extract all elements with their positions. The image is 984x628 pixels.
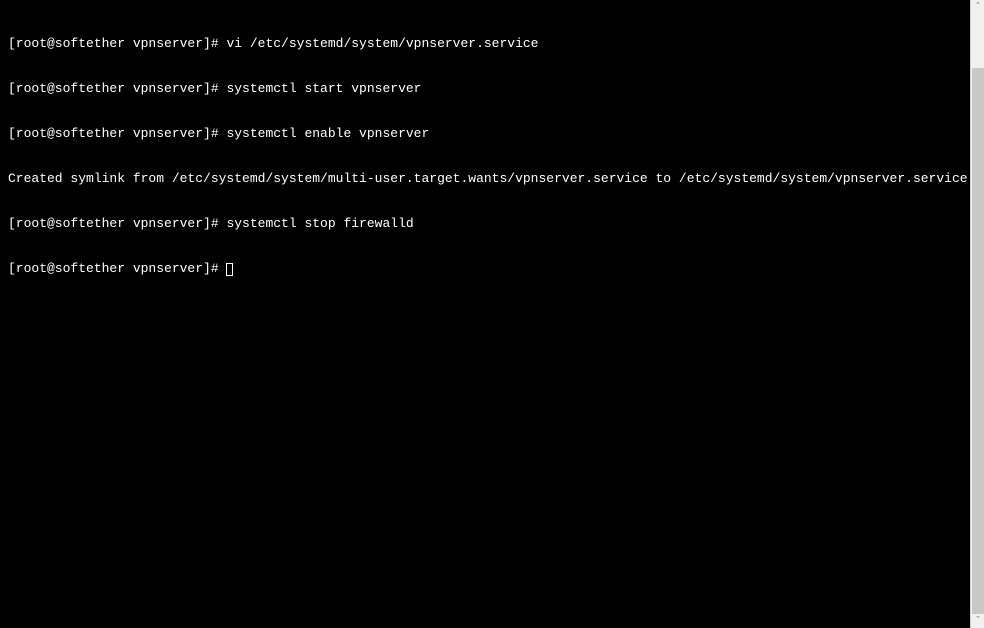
terminal-line: Created symlink from /etc/systemd/system…: [8, 171, 962, 186]
command-text: systemctl start vpnserver: [226, 81, 421, 96]
terminal-line: [root@softether vpnserver]#: [8, 261, 962, 276]
shell-prompt: [root@softether vpnserver]#: [8, 81, 226, 96]
shell-prompt: [root@softether vpnserver]#: [8, 261, 226, 276]
terminal-line: [root@softether vpnserver]# systemctl st…: [8, 216, 962, 231]
scroll-track[interactable]: [971, 14, 984, 614]
chevron-down-icon: ˇ: [975, 616, 980, 626]
scroll-up-arrow[interactable]: ˆ: [971, 0, 984, 14]
output-text: Created symlink from /etc/systemd/system…: [8, 171, 970, 186]
terminal-line: [root@softether vpnserver]# vi /etc/syst…: [8, 36, 962, 51]
terminal-line: [root@softether vpnserver]# systemctl st…: [8, 81, 962, 96]
command-text: systemctl enable vpnserver: [226, 126, 429, 141]
terminal-output[interactable]: [root@softether vpnserver]# vi /etc/syst…: [0, 0, 970, 628]
shell-prompt: [root@softether vpnserver]#: [8, 36, 226, 51]
cursor: [226, 263, 233, 276]
scroll-down-arrow[interactable]: ˇ: [971, 614, 984, 628]
shell-prompt: [root@softether vpnserver]#: [8, 126, 226, 141]
chevron-up-icon: ˆ: [975, 2, 980, 12]
scroll-thumb[interactable]: [972, 68, 984, 614]
command-text: systemctl stop firewalld: [226, 216, 413, 231]
command-text: vi /etc/systemd/system/vpnserver.service: [226, 36, 538, 51]
terminal-line: [root@softether vpnserver]# systemctl en…: [8, 126, 962, 141]
terminal-window: [root@softether vpnserver]# vi /etc/syst…: [0, 0, 984, 628]
shell-prompt: [root@softether vpnserver]#: [8, 216, 226, 231]
vertical-scrollbar[interactable]: ˆ ˇ: [970, 0, 984, 628]
